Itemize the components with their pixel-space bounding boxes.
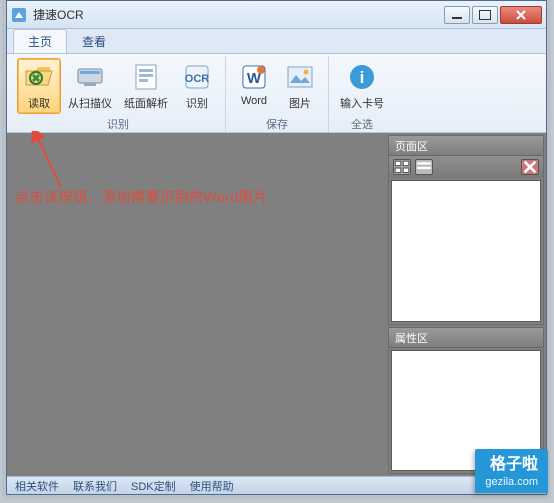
word-icon: W <box>238 61 270 93</box>
pages-panel-body[interactable] <box>391 180 541 322</box>
scanner-icon <box>74 61 106 93</box>
pages-panel-toolbar <box>389 156 543 178</box>
thumb-view-icon[interactable] <box>393 159 411 175</box>
statusbar: 相关软件 联系我们 SDK定制 使用帮助 <box>7 476 546 494</box>
ocr-icon: OCR <box>181 61 213 93</box>
ribbon-group-all: i 输入卡号 全选 <box>329 56 395 132</box>
page-parse-icon <box>130 61 162 93</box>
status-related[interactable]: 相关软件 <box>15 478 59 494</box>
annotation-text: 点击该按钮，添加需要识别的Word图片 <box>15 187 268 207</box>
status-help[interactable]: 使用帮助 <box>190 478 234 494</box>
recognize-button[interactable]: OCR 识别 <box>175 58 219 114</box>
window-controls <box>444 6 542 24</box>
close-button[interactable] <box>500 6 542 24</box>
workspace: 点击该按钮，添加需要识别的Word图片 页面区 属性区 <box>7 133 546 476</box>
window-title: 捷速OCR <box>33 6 444 23</box>
maximize-button[interactable] <box>472 6 498 24</box>
pages-panel-header: 页面区 <box>389 136 543 156</box>
image-button[interactable]: 图片 <box>278 58 322 114</box>
info-icon: i <box>346 61 378 93</box>
entercard-button[interactable]: i 输入卡号 <box>335 58 389 114</box>
recognize-label: 识别 <box>186 95 208 111</box>
minimize-button[interactable] <box>444 6 470 24</box>
folder-open-icon <box>23 61 55 93</box>
menu-tabs: 主页 查看 <box>7 29 546 53</box>
word-button[interactable]: W Word <box>232 58 276 114</box>
image-label: 图片 <box>289 95 311 111</box>
ribbon: 读取 从扫描仪 纸面解析 OCR <box>7 53 546 133</box>
properties-panel-header: 属性区 <box>389 328 543 348</box>
svg-text:i: i <box>360 68 365 87</box>
status-contact[interactable]: 联系我们 <box>73 478 117 494</box>
canvas-area[interactable]: 点击该按钮，添加需要识别的Word图片 <box>7 133 388 476</box>
watermark: 格子啦 gezila.com <box>475 449 548 493</box>
titlebar[interactable]: 捷速OCR <box>7 1 546 29</box>
svg-text:OCR: OCR <box>185 73 210 85</box>
word-label: Word <box>241 95 267 107</box>
app-icon <box>11 7 27 23</box>
ribbon-group-save: W Word 图片 保存 <box>226 56 329 132</box>
ribbon-group-identify: 读取 从扫描仪 纸面解析 OCR <box>11 56 226 132</box>
app-window: 捷速OCR 主页 查看 读取 <box>6 0 547 495</box>
group-all-label: 全选 <box>335 114 389 134</box>
pageparse-label: 纸面解析 <box>124 95 168 111</box>
read-button[interactable]: 读取 <box>17 58 61 114</box>
tab-main[interactable]: 主页 <box>13 29 67 53</box>
side-panels: 页面区 属性区 <box>388 133 546 476</box>
entercard-label: 输入卡号 <box>340 95 384 111</box>
watermark-url: gezila.com <box>485 476 538 488</box>
annotation-arrow-icon <box>31 131 71 191</box>
tab-view[interactable]: 查看 <box>67 29 121 53</box>
scanner-button[interactable]: 从扫描仪 <box>63 58 117 114</box>
delete-page-icon[interactable] <box>521 159 539 175</box>
status-sdk[interactable]: SDK定制 <box>131 478 176 494</box>
group-save-label: 保存 <box>232 114 322 134</box>
watermark-title: 格子啦 <box>485 455 538 474</box>
scanner-label: 从扫描仪 <box>68 95 112 111</box>
read-label: 读取 <box>28 95 50 111</box>
image-icon <box>284 61 316 93</box>
list-view-icon[interactable] <box>415 159 433 175</box>
pageparse-button[interactable]: 纸面解析 <box>119 58 173 114</box>
pages-panel: 页面区 <box>388 135 544 325</box>
